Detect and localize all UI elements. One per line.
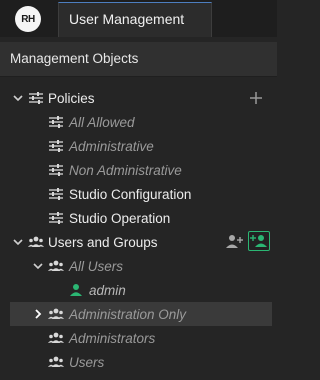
users-icon xyxy=(48,260,64,271)
tree-item-policy[interactable]: Administrative xyxy=(0,134,277,158)
tree-label: Studio Configuration xyxy=(69,186,192,202)
add-group-button[interactable] xyxy=(248,231,270,251)
sliders-icon xyxy=(49,116,63,128)
tree-label: Administrators xyxy=(69,330,156,346)
users-icon xyxy=(48,356,64,367)
chevron-down-icon[interactable] xyxy=(32,260,44,272)
tree-node-all-users[interactable]: All Users xyxy=(0,254,277,278)
sliders-icon xyxy=(49,188,63,200)
add-user-icon[interactable] xyxy=(225,233,244,250)
tree-label: All Allowed xyxy=(69,114,135,130)
users-icon xyxy=(48,308,64,319)
tree-label: Non Administrative xyxy=(69,162,182,178)
sliders-icon xyxy=(49,164,63,176)
sliders-icon xyxy=(49,140,63,152)
tree-label: Users and Groups xyxy=(48,234,158,250)
tree-label: Administration Only xyxy=(69,306,187,322)
tree-label: All Users xyxy=(69,258,124,274)
tab-user-management[interactable]: User Management xyxy=(58,2,212,37)
chevron-down-icon[interactable] xyxy=(12,92,24,104)
top-bar: RH User Management xyxy=(0,0,277,37)
tree-label: Studio Operation xyxy=(69,210,171,226)
tree-label: Administrative xyxy=(69,138,154,154)
tree-node-policies[interactable]: Policies xyxy=(0,86,277,110)
chevron-down-icon[interactable] xyxy=(12,236,24,248)
tree-node-group[interactable]: Administrators xyxy=(0,326,277,350)
tree-node-administration-only[interactable]: Administration Only xyxy=(10,302,272,326)
tree-item-user[interactable]: admin xyxy=(0,278,277,302)
app-logo: RH xyxy=(15,6,41,32)
tree-label: admin xyxy=(89,282,126,298)
sliders-icon xyxy=(49,212,63,224)
tree-item-policy[interactable]: Studio Configuration xyxy=(0,182,277,206)
tree-item-policy[interactable]: All Allowed xyxy=(0,110,277,134)
tree-label: Users xyxy=(69,354,105,370)
users-icon xyxy=(28,236,44,247)
sliders-icon xyxy=(29,92,43,104)
tree-item-policy[interactable]: Non Administrative xyxy=(0,158,277,182)
users-icon xyxy=(48,332,64,343)
tree-node-users-and-groups[interactable]: Users and Groups xyxy=(0,230,277,254)
tree-item-policy[interactable]: Studio Operation xyxy=(0,206,277,230)
tree-node-group[interactable]: Users xyxy=(0,350,277,374)
add-group-icon xyxy=(250,235,267,247)
panel-title: Management Objects xyxy=(0,42,277,77)
tree-label: Policies xyxy=(48,90,95,106)
user-icon xyxy=(70,284,82,296)
add-policy-icon[interactable] xyxy=(248,90,264,106)
chevron-right-icon[interactable] xyxy=(32,308,44,320)
